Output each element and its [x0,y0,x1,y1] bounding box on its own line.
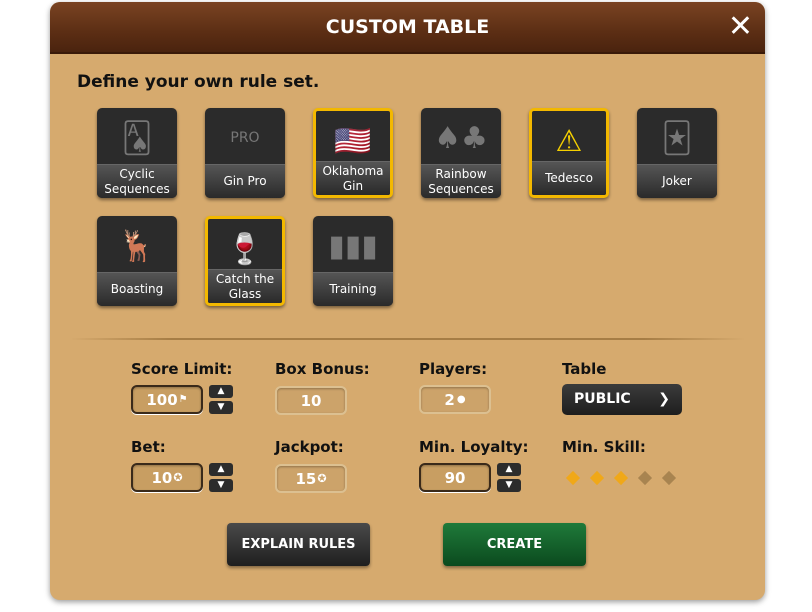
subtitle: Define your own rule set. [77,72,320,92]
box-bonus-field: 10 [275,386,347,415]
min-loyalty-stepper[interactable]: ▲ ▼ [497,463,521,492]
table-label: Table [562,360,607,378]
rule-tile-cyclic-sequences[interactable]: 🂡 Cyclic Sequences [97,108,177,198]
min-skill-label: Min. Skill: [562,438,646,456]
score-limit-label: Score Limit: [131,360,233,378]
cards-icon: ▮▮▮ [328,228,378,264]
deer-icon: 🦌 [118,228,156,264]
rule-tile-oklahoma-gin[interactable]: 🇺🇸 Oklahoma Gin [313,108,393,198]
box-bonus-label: Box Bonus: [275,360,370,378]
jester-icon: 🃏 [661,120,693,156]
custom-table-dialog: CUSTOM TABLE ✕ Define your own rule set.… [50,2,765,600]
chevron-down-icon[interactable]: ▼ [209,401,233,414]
bet-value: 10 [151,468,173,487]
rule-tile-boasting[interactable]: 🦌 Boasting [97,216,177,306]
skill-diamond-icon[interactable] [589,470,605,486]
rule-tile-gin-pro[interactable]: PRO Gin Pro [205,108,285,198]
rule-tile-label: Catch the Glass [208,269,282,303]
person-icon: ● [456,394,466,405]
rule-tile-label: Tedesco [532,161,606,195]
jackpot-field: 15 ✪ [275,464,347,493]
players-field: 2 ● [419,385,491,414]
skill-diamond-icon[interactable] [565,470,581,486]
rule-tile-catch-the-glass[interactable]: 🍷 Catch the Glass [205,216,285,306]
rule-tile-training[interactable]: ▮▮▮ Training [313,216,393,306]
create-button[interactable]: CREATE [443,523,586,566]
dialog-title: CUSTOM TABLE [325,16,490,38]
rule-tile-label: Boasting [97,272,177,306]
rule-tile-tedesco[interactable]: ⚠ Tedesco [529,108,609,198]
rule-tile-joker[interactable]: 🃏 Joker [637,108,717,198]
chevron-up-icon[interactable]: ▲ [209,385,233,398]
rule-tile-label: Training [313,272,393,306]
rainbow-cards-icon: ♠♣ [434,120,488,156]
chevron-down-icon[interactable]: ▼ [209,479,233,492]
us-flag-icon: 🇺🇸 [334,123,372,159]
skill-diamond-icon[interactable] [613,470,629,486]
chip-icon: ✪ [173,471,183,484]
players-label: Players: [419,360,488,378]
rule-tile-label: Gin Pro [205,164,285,198]
table-select[interactable]: PUBLIC ❯ [562,384,682,415]
chevron-up-icon[interactable]: ▲ [209,463,233,476]
chevron-down-icon: ❯ [658,391,670,407]
jackpot-value: 15 [295,469,317,488]
jackpot-label: Jackpot: [275,438,344,456]
rule-tile-rainbow-sequences[interactable]: ♠♣ Rainbow Sequences [421,108,501,198]
rule-tile-label: Rainbow Sequences [421,164,501,198]
aces-warning-icon: ⚠ [555,123,583,159]
close-icon[interactable]: ✕ [728,12,753,42]
rule-tile-label: Joker [637,164,717,198]
rule-tile-label: Cyclic Sequences [97,164,177,198]
skill-diamond-icon[interactable] [637,470,653,486]
chevron-down-icon[interactable]: ▼ [497,479,521,492]
divider [70,338,745,340]
score-limit-stepper[interactable]: ▲ ▼ [209,385,233,414]
rule-tile-label: Oklahoma Gin [316,161,390,195]
cycle-cards-icon: 🂡 [121,120,153,156]
bet-field[interactable]: 10 ✪ [131,463,203,492]
laurel-pro-icon: PRO [230,130,260,146]
score-limit-field[interactable]: 100 ⚑ [131,385,203,414]
dialog-header: CUSTOM TABLE ✕ [50,2,765,54]
bet-stepper[interactable]: ▲ ▼ [209,463,233,492]
bet-label: Bet: [131,438,166,456]
min-loyalty-field[interactable]: 90 [419,463,491,492]
chevron-up-icon[interactable]: ▲ [497,463,521,476]
score-limit-value: 100 [146,390,178,409]
players-value: 2 [444,390,455,409]
skill-diamond-icon[interactable] [661,470,677,486]
table-value: PUBLIC [574,391,631,407]
falling-glass-icon: 🍷 [226,231,264,267]
flag-icon: ⚑ [178,394,188,405]
chip-icon: ✪ [317,472,327,485]
explain-rules-button[interactable]: EXPLAIN RULES [227,523,370,566]
min-loyalty-label: Min. Loyalty: [419,438,529,456]
